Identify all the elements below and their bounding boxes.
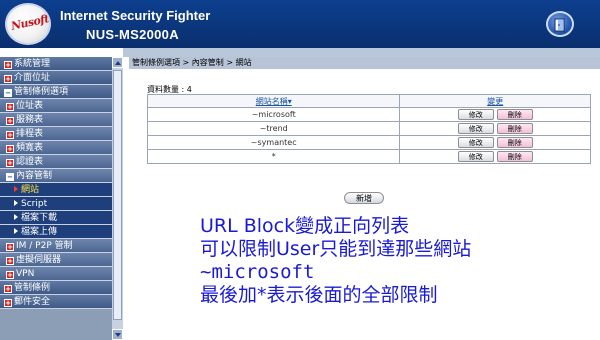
scroll-up-arrow-icon[interactable] [112, 57, 123, 68]
annotation-line: 可以限制User只能到達那些網站 [200, 238, 472, 260]
actions-cell: 修改 刪除 [399, 135, 591, 150]
table-row: * 修改 刪除 [146, 149, 591, 164]
annotation-line: ~microsoft [200, 261, 315, 283]
expand-plus-icon: + [6, 131, 14, 139]
scroll-down-arrow-icon[interactable] [112, 329, 123, 340]
sidebar-item-label: 系統管理 [14, 59, 51, 69]
sidebar-item-label: 管制條例選項 [14, 87, 69, 97]
expand-plus-icon: + [6, 271, 14, 279]
sidebar-item[interactable]: + 位址表 [0, 99, 112, 113]
arrow-right-icon [14, 214, 18, 220]
sidebar-item[interactable]: + 郵件安全 [0, 295, 112, 309]
sidebar-item-label: 認證表 [16, 157, 44, 167]
arrow-right-icon [14, 228, 18, 234]
expand-plus-icon: + [6, 243, 14, 251]
sidebar-item[interactable]: + 頻寬表 [0, 141, 112, 155]
sidebar-item-label: VPN [16, 269, 35, 279]
sidebar-item[interactable]: 網站 [0, 183, 112, 197]
delete-button[interactable]: 刪除 [496, 151, 533, 162]
sidebar-item[interactable]: + 系統管理 [0, 57, 112, 71]
delete-button[interactable]: 刪除 [496, 109, 533, 120]
expand-plus-icon: + [6, 159, 14, 167]
annotation-note: URL Block變成正向列表 可以限制User只能到達那些網站 ~micros… [200, 215, 598, 307]
sidebar-item-label: 內容管制 [16, 171, 53, 181]
sidebar-item-label: 管制條例 [14, 283, 51, 293]
model-name: NUS-MS2000A [86, 27, 179, 42]
expand-plus-icon: + [6, 103, 14, 111]
sidebar-item-label: 頻寬表 [16, 143, 44, 153]
sidebar-item-label: 網站 [21, 185, 40, 195]
header-bar: Nusoft Internet Security Fighter NUS-MS2… [0, 0, 600, 48]
sidebar-item[interactable]: + IM / P2P 管制 [0, 239, 112, 253]
sidebar-menu: + 系統管理 + 介面位址 − 管制條例選項 + 位址表 + 服務表 + 排程表 + 頻寬表 + 認證表 − 內容… [0, 57, 112, 340]
site-name-cell: ~trend [146, 121, 401, 136]
edit-button[interactable]: 修改 [457, 137, 494, 148]
sidebar-item[interactable]: + 服務表 [0, 113, 112, 127]
expand-plus-icon: + [6, 117, 14, 125]
sidebar-item[interactable]: + VPN [0, 267, 112, 281]
edit-button[interactable]: 修改 [457, 109, 494, 120]
sidebar-item-label: 檔案下載 [21, 213, 58, 223]
collapse-minus-icon: − [4, 89, 12, 97]
edit-button[interactable]: 修改 [457, 151, 494, 162]
sidebar-item-label: 服務表 [16, 115, 44, 125]
sidebar: + 系統管理 + 介面位址 − 管制條例選項 + 位址表 + 服務表 + 排程表 + 頻寬表 + 認證表 − 內容… [0, 57, 123, 340]
expand-plus-icon: + [4, 75, 12, 83]
logo-text: Nusoft [9, 12, 51, 33]
table-row: ~microsoft 修改 刪除 [146, 107, 591, 122]
expand-plus-icon: + [4, 299, 12, 307]
actions-cell: 修改 刪除 [399, 107, 591, 122]
exit-button[interactable] [546, 11, 574, 37]
breadcrumb: 管制條例選項 > 內容管制 > 網站 [129, 57, 600, 69]
annotation-line: URL Block變成正向列表 [200, 215, 410, 237]
edit-button[interactable]: 修改 [457, 123, 494, 134]
expand-plus-icon: + [6, 257, 14, 265]
column-header-change[interactable]: 變更 [399, 94, 591, 108]
sidebar-item[interactable]: + 介面位址 [0, 71, 112, 85]
sidebar-item[interactable]: Script [0, 197, 112, 211]
annotation-line: 最後加*表示後面的全部限制 [200, 284, 438, 306]
sidebar-item-label: Script [21, 199, 48, 209]
sidebar-item[interactable]: + 排程表 [0, 127, 112, 141]
sidebar-item-label: 虛擬伺服器 [16, 255, 62, 265]
sidebar-scrollbar[interactable] [112, 57, 123, 340]
delete-button[interactable]: 刪除 [496, 123, 533, 134]
sidebar-item[interactable]: + 管制條例 [0, 281, 112, 295]
delete-button[interactable]: 刪除 [496, 137, 533, 148]
collapse-minus-icon: − [6, 173, 14, 181]
expand-plus-icon: + [4, 61, 12, 69]
sidebar-item-label: IM / P2P 管制 [16, 241, 73, 251]
nusoft-logo: Nusoft [5, 3, 51, 45]
table-row: ~trend 修改 刪除 [146, 121, 591, 136]
door-exit-icon [554, 18, 565, 32]
arrow-right-icon [14, 186, 18, 192]
site-name-cell: ~microsoft [146, 107, 401, 122]
add-button[interactable]: 新增 [344, 192, 384, 204]
scroll-thumb[interactable] [113, 70, 122, 320]
column-header-site-name[interactable]: 網站名稱▾ [146, 94, 401, 108]
sidebar-item[interactable]: 檔案上傳 [0, 225, 112, 239]
top-divider [123, 48, 600, 57]
site-name-cell: ~symantec [146, 135, 401, 150]
app-window: Nusoft Internet Security Fighter NUS-MS2… [0, 0, 600, 340]
actions-cell: 修改 刪除 [399, 149, 591, 164]
sidebar-item-label: 檔案上傳 [21, 227, 58, 237]
sidebar-item[interactable]: − 內容管制 [0, 169, 112, 183]
sidebar-item-label: 位址表 [16, 101, 44, 111]
app-title: Internet Security Fighter [60, 8, 211, 23]
sidebar-item[interactable]: + 虛擬伺服器 [0, 253, 112, 267]
expand-plus-icon: + [6, 145, 14, 153]
sidebar-item-label: 介面位址 [14, 73, 51, 83]
expand-plus-icon: + [4, 285, 12, 293]
sidebar-item-label: 郵件安全 [14, 297, 51, 307]
table-row: ~symantec 修改 刪除 [146, 135, 591, 150]
sidebar-item[interactable]: + 認證表 [0, 155, 112, 169]
website-table: 網站名稱▾ 變更 ~microsoft 修改 刪除 ~trend 修改 刪除 ~symant… [146, 94, 591, 164]
sidebar-item[interactable]: 檔案下載 [0, 211, 112, 225]
arrow-right-icon [14, 200, 18, 206]
actions-cell: 修改 刪除 [399, 121, 591, 136]
sidebar-item-label: 排程表 [16, 129, 44, 139]
sidebar-item[interactable]: − 管制條例選項 [0, 85, 112, 99]
site-name-cell: * [146, 149, 401, 164]
